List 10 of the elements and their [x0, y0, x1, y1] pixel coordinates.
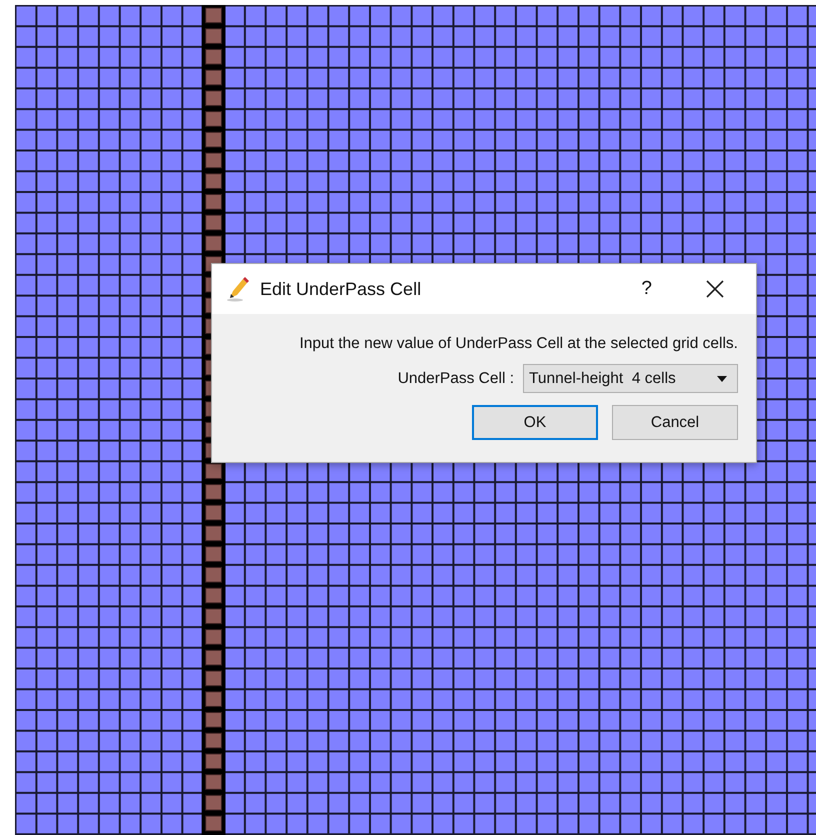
- pencil-icon: [226, 276, 250, 302]
- help-button[interactable]: ?: [637, 278, 656, 300]
- ok-button[interactable]: OK: [472, 405, 598, 440]
- message-text: Input the new value of UnderPass Cell at the selected grid cells.: [299, 335, 738, 353]
- field-label: UnderPass Cell :: [398, 370, 514, 388]
- dropdown[interactable]: Tunnel-height 4 cells: [523, 364, 738, 393]
- cancel-button[interactable]: Cancel: [612, 405, 738, 440]
- caret-icon: [717, 376, 727, 382]
- window-title: Edit UnderPass Cell: [260, 278, 422, 300]
- close-icon[interactable]: [706, 280, 724, 298]
